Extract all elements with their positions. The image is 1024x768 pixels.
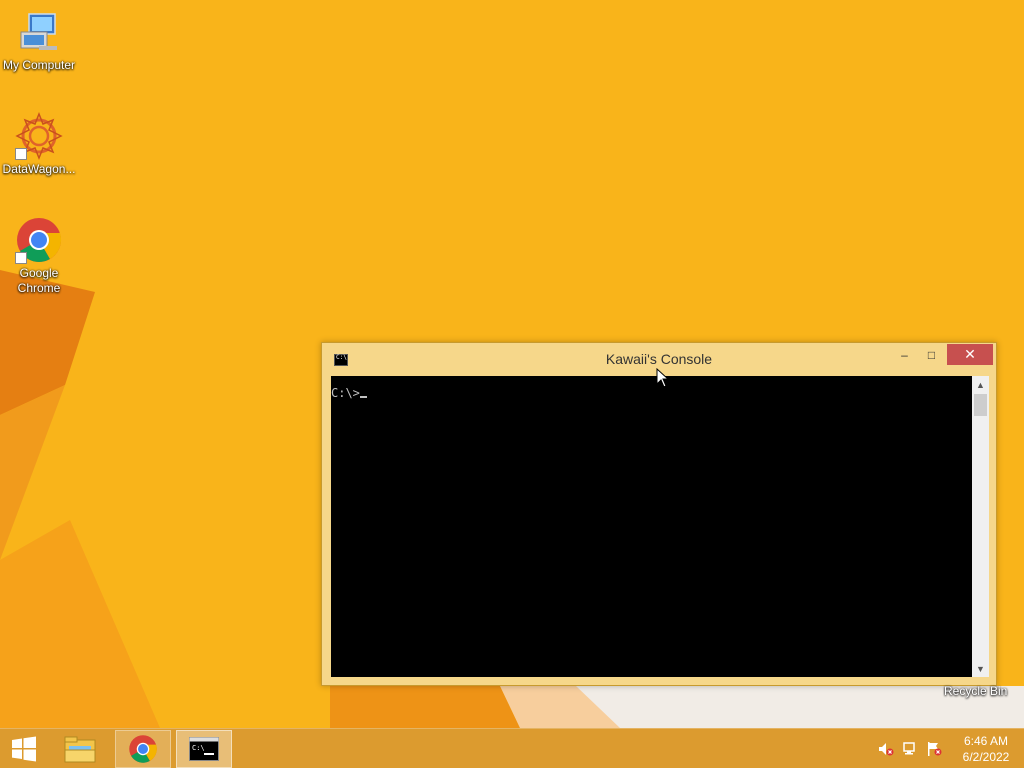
- windows-logo-icon: [12, 736, 36, 762]
- network-icon[interactable]: [902, 741, 918, 757]
- shortcut-arrow-icon: [15, 148, 27, 160]
- mouse-pointer-icon: [656, 368, 668, 388]
- desktop-icon-label: DataWagon...: [2, 162, 76, 176]
- svg-text:C:\: C:\: [192, 744, 205, 752]
- folder-icon: [64, 736, 96, 763]
- clock-date: 6/2/2022: [962, 750, 1010, 764]
- scroll-up-button[interactable]: ▲: [972, 376, 989, 393]
- maximize-button[interactable]: □: [918, 344, 945, 365]
- shortcut-arrow-icon: [15, 252, 27, 264]
- desktop-icon-datawagon[interactable]: DataWagon...: [0, 111, 78, 177]
- minimize-button[interactable]: –: [891, 344, 918, 365]
- scroll-down-button[interactable]: ▼: [972, 660, 989, 677]
- chrome-icon: [15, 216, 63, 264]
- vertical-scrollbar[interactable]: ▲ ▼: [972, 376, 989, 677]
- system-tray: 6:46 AM 6/2/2022: [864, 729, 1024, 768]
- start-button[interactable]: [0, 730, 48, 768]
- datawagon-icon: [15, 111, 63, 161]
- desktop-icon-my-computer[interactable]: My Computer: [0, 8, 78, 73]
- chevron-down-icon: ▼: [976, 663, 985, 674]
- desktop-icon-label: My Computer: [2, 58, 76, 72]
- clock[interactable]: 6:46 AM 6/2/2022: [954, 733, 1018, 765]
- chevron-up-icon: ▲: [976, 379, 985, 390]
- computer-icon: [15, 8, 63, 56]
- desktop-icon-google-chrome[interactable]: Google Chrome: [0, 216, 78, 296]
- recycle-bin-label[interactable]: Recycle Bin: [944, 684, 1007, 698]
- close-button[interactable]: ✕: [947, 344, 993, 365]
- chrome-icon: [129, 735, 157, 763]
- minimize-icon: –: [901, 347, 908, 362]
- prompt-text: C:\>: [331, 386, 360, 400]
- console-output[interactable]: C:\>: [331, 376, 972, 677]
- volume-muted-icon[interactable]: [878, 741, 894, 757]
- close-icon: ✕: [964, 346, 976, 362]
- google-chrome-taskbar-button[interactable]: [115, 730, 171, 768]
- scroll-thumb[interactable]: [974, 394, 987, 416]
- file-explorer-button[interactable]: [52, 730, 108, 768]
- command-prompt-line: C:\>: [331, 386, 972, 400]
- action-center-flag-icon[interactable]: [926, 741, 942, 757]
- text-cursor: [359, 396, 367, 398]
- console-taskbar-button[interactable]: C:\: [176, 730, 232, 768]
- taskbar: C:\ 6:46 AM 6/2/2022: [0, 728, 1024, 768]
- desktop-icon-label: Google Chrome: [17, 266, 61, 295]
- maximize-icon: □: [927, 347, 936, 362]
- console-app-icon: C:\: [189, 737, 219, 761]
- console-window[interactable]: Kawaii's Console – □ ✕ C:\> ▲ ▼: [321, 342, 997, 686]
- clock-time: 6:46 AM: [963, 734, 1009, 748]
